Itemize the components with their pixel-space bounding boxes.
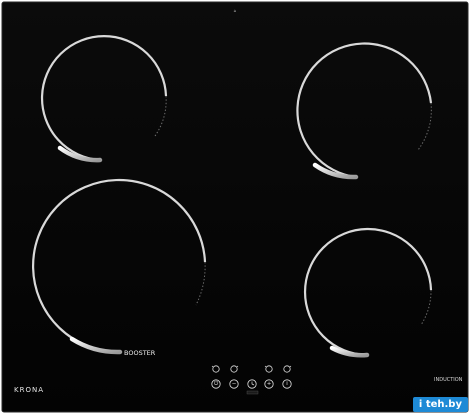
glass-panel [1,1,469,413]
minus-icon: − [232,381,237,387]
booster-label: BOOSTER [124,349,156,357]
induction-hob: ⌂ BOOSTER ⏻ − + i KRONA INDUCTION [1,1,469,413]
induction-label: INDUCTION [434,377,463,383]
watermark-badge: i teh.by [412,397,468,412]
top-emblem: ⌂ [234,8,237,13]
power-icon: ⏻ [214,380,219,387]
plus-icon: + [267,381,272,387]
hob-product-photo: ⌂ BOOSTER ⏻ − + i KRONA INDUCTION i teh.… [0,0,470,414]
timer-display [246,390,259,395]
brand-logo: KRONA [14,386,44,394]
